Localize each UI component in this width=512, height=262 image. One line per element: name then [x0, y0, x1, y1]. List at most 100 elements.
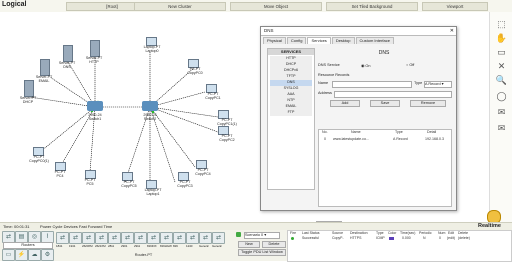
model-label: 819IOX: [147, 244, 157, 248]
dns-records-table: No. Name Type Detail 0 www.latestupdate.…: [318, 129, 452, 207]
node-label: Server-PT DHCP: [19, 96, 37, 104]
column-header: Detail: [427, 130, 437, 134]
model-label: Generic: [212, 244, 222, 248]
new-scenario-button[interactable]: New: [238, 241, 260, 248]
inspect-tool-icon[interactable]: 🔍: [495, 74, 508, 86]
node-label: PC-PT CopyPC3: [177, 180, 193, 188]
selected-device-name: Router-PT: [134, 253, 153, 257]
router-model-icon[interactable]: ⇄: [56, 232, 69, 244]
router-model-icon[interactable]: ⇄: [186, 232, 199, 244]
service-ftp[interactable]: FTP: [270, 110, 312, 117]
model-label: Generic: [199, 244, 209, 248]
router-model-icon[interactable]: ⇄: [147, 232, 160, 244]
type-label: Type: [414, 81, 423, 85]
node-label: PC-PT PC4: [54, 170, 66, 178]
router-model-icon[interactable]: ⇄: [173, 232, 186, 244]
router-model-icon[interactable]: ⇄: [121, 232, 134, 244]
node-label: 2950-24 Switch1: [88, 113, 102, 121]
pdu-list-table: Fire Last Status Source Destination Type…: [287, 230, 512, 262]
server-http-icon[interactable]: [90, 40, 100, 57]
router-model-icon[interactable]: ⇄: [95, 232, 108, 244]
server-email-icon[interactable]: [40, 59, 50, 76]
name-input[interactable]: [332, 81, 412, 88]
router-model-icon[interactable]: ⇄: [160, 232, 173, 244]
pdu-periodic: N: [423, 236, 426, 240]
record-type: A Record: [393, 137, 408, 141]
pdu-color-swatch: [389, 237, 394, 240]
tab-desktop[interactable]: Desktop: [331, 37, 355, 44]
delete-scenario-button[interactable]: Delete: [262, 241, 286, 248]
node-label: Server-PT EMAIL: [35, 75, 53, 83]
switch1-icon[interactable]: [87, 101, 103, 111]
pdu-status: Successful: [302, 236, 319, 240]
logical-view-label[interactable]: Logical: [2, 1, 27, 8]
server-dns-icon[interactable]: [63, 45, 73, 62]
end-devices-category-icon[interactable]: ▭: [2, 249, 15, 261]
tab-custom-interface[interactable]: Custom Interface: [355, 37, 394, 44]
router-model-icon[interactable]: ⇄: [134, 232, 147, 244]
node-label: Server-PT DNS: [58, 61, 76, 69]
column-header: Type: [395, 130, 403, 134]
dialog-close-icon[interactable]: ✕: [450, 27, 454, 35]
router-model-icon[interactable]: ⇄: [199, 232, 212, 244]
router-model-icon[interactable]: ⇄: [108, 232, 121, 244]
dialog-tabs: Physical Config Services Desktop Custom Inte…: [263, 37, 395, 44]
tab-services[interactable]: Services: [307, 37, 331, 44]
dns-heading: DNS: [378, 50, 390, 56]
new-cluster-button[interactable]: New Cluster: [134, 2, 226, 11]
right-toolbar: ⬚ ✋ ▭ ✕ 🔍 ◯ ✉ ✉: [489, 12, 512, 222]
draw-shape-tool-icon[interactable]: ◯: [495, 90, 508, 102]
dns-panel: DNS DNS Service ◉ On ○ Off Resource Reco…: [316, 48, 452, 207]
power-cycle-fast-forward[interactable]: Power Cycle Devices Fast Forward Time: [40, 224, 112, 229]
save-button[interactable]: Save: [370, 100, 400, 107]
wan-emulation-category-icon[interactable]: ☁: [28, 249, 41, 261]
add-button[interactable]: Add: [330, 100, 360, 107]
node-label: PC-PT CopyPC0: [187, 67, 203, 75]
bottom-panel: ⇄ ▤ ◎ ⌇ Routers ▭ ⚡ ☁ ⚙ ⇄ ⇄ ⇄ ⇄ ⇄ ⇄ ⇄ ⇄ …: [0, 230, 512, 262]
fire-status-icon: [291, 237, 294, 240]
move-tool-icon[interactable]: ✋: [495, 32, 508, 44]
type-select[interactable]: A Record ▾: [424, 81, 452, 88]
add-complex-pdu-icon[interactable]: ✉: [495, 122, 508, 134]
note-tool-icon[interactable]: ▭: [495, 46, 508, 58]
scenario-select[interactable]: Scenario 0 ▾: [244, 232, 280, 239]
tab-physical[interactable]: Physical: [263, 37, 286, 44]
record-no: 0: [324, 137, 326, 141]
set-tiled-background-button[interactable]: Set Tiled Background: [326, 2, 418, 11]
resource-records-label: Resource Records: [318, 73, 350, 77]
select-tool-icon[interactable]: ⬚: [495, 18, 508, 30]
router-model-icon[interactable]: ⇄: [82, 232, 95, 244]
node-label: PC-PT CopyPC5: [121, 180, 137, 188]
router-model-icon[interactable]: ⇄: [69, 232, 82, 244]
pdu-destination: HTTPS: [350, 236, 362, 240]
dns-on-label: On: [365, 64, 371, 68]
pdu-delete-link[interactable]: (delete): [458, 236, 470, 241]
pdu-edit-link[interactable]: (edit): [447, 236, 455, 241]
scenario-indicator-icon: [236, 232, 241, 237]
model-label: 1941: [69, 244, 76, 248]
tab-config[interactable]: Config: [286, 37, 307, 44]
remove-button[interactable]: Remove: [410, 100, 446, 107]
connections-category-icon[interactable]: ⚡: [15, 249, 28, 261]
realtime-label[interactable]: Realtime: [478, 223, 501, 229]
delete-tool-icon[interactable]: ✕: [495, 60, 508, 72]
switch2-icon[interactable]: [142, 101, 158, 111]
move-object-button[interactable]: Move Object: [230, 2, 322, 11]
model-label: 1240: [186, 244, 193, 248]
add-simple-pdu-icon[interactable]: ✉: [495, 106, 508, 118]
model-label: 1841: [56, 244, 63, 248]
column-header: Name: [351, 130, 361, 134]
router-model-icon[interactable]: ⇄: [212, 232, 225, 244]
address-input[interactable]: [334, 91, 452, 98]
node-label: Laptop-PT Laptop0: [143, 45, 161, 53]
dns-on-radio[interactable]: ◉ On: [361, 63, 370, 68]
toggle-pdu-list-button[interactable]: Toggle PDU List Window: [238, 249, 286, 256]
viewport-button[interactable]: Viewport: [422, 2, 488, 11]
table-row[interactable]: Successful CopyP.. HTTPS ICMP 0.000 N 0 …: [288, 236, 511, 241]
node-label: Server-PT HTTP: [85, 56, 103, 64]
dialog-title-bar[interactable]: DNS ✕: [261, 27, 456, 36]
name-label: Name: [318, 81, 329, 85]
model-label: 2811: [108, 244, 115, 248]
custom-devices-category-icon[interactable]: ⚙: [41, 249, 54, 261]
dns-off-radio[interactable]: ○ Off: [406, 63, 414, 67]
